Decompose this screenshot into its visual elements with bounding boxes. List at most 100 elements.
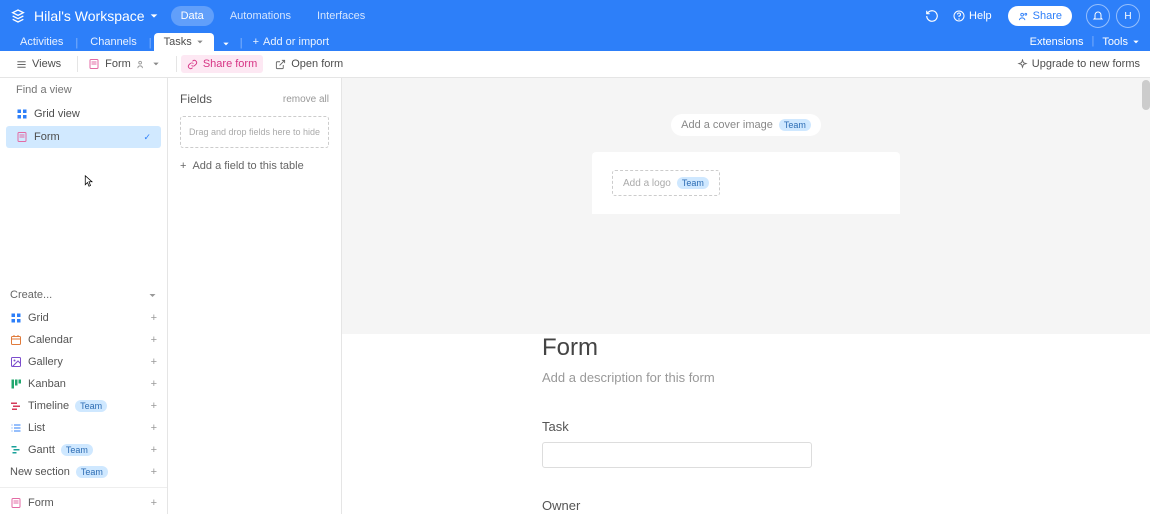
create-gantt[interactable]: Gantt Team + bbox=[0, 439, 167, 461]
app-logo-icon bbox=[10, 8, 26, 24]
bell-icon bbox=[1092, 10, 1104, 22]
timeline-icon bbox=[10, 400, 22, 412]
chevron-down-icon bbox=[152, 60, 160, 68]
current-view[interactable]: Form bbox=[82, 55, 166, 73]
create-gallery[interactable]: Gallery + bbox=[0, 351, 167, 373]
new-section-button[interactable]: New section Team + bbox=[0, 461, 167, 483]
plus-icon: + bbox=[151, 312, 157, 324]
form-field-task: Task bbox=[542, 419, 950, 468]
create-label: Timeline bbox=[28, 400, 69, 412]
chevron-down-icon bbox=[148, 291, 157, 300]
hide-fields-dropzone[interactable]: Drag and drop fields here to hide bbox=[180, 116, 329, 148]
grid-icon bbox=[16, 108, 28, 120]
view-label: Form bbox=[34, 131, 60, 143]
form-icon bbox=[88, 58, 100, 70]
field-label: Task bbox=[542, 419, 950, 434]
share-button[interactable]: Share bbox=[1008, 6, 1072, 26]
users-icon bbox=[136, 59, 147, 70]
remove-all-button[interactable]: remove all bbox=[283, 94, 329, 105]
add-table-button[interactable]: + Add or import bbox=[245, 33, 337, 51]
notifications-button[interactable] bbox=[1086, 4, 1110, 28]
plus-icon: + bbox=[151, 497, 157, 509]
create-list[interactable]: List + bbox=[0, 417, 167, 439]
create-label: Kanban bbox=[28, 378, 66, 390]
plus-icon: + bbox=[180, 160, 186, 172]
field-label: Owner bbox=[542, 498, 950, 513]
tab-channels[interactable]: Channels bbox=[80, 33, 146, 51]
check-icon: ✓ bbox=[143, 132, 151, 143]
view-search-input[interactable] bbox=[16, 84, 158, 96]
gantt-icon bbox=[10, 444, 22, 456]
tab-activities[interactable]: Activities bbox=[10, 33, 73, 51]
create-form-button[interactable]: Form + bbox=[0, 492, 167, 514]
form-canvas: Add a cover image Team Add a logo Team F… bbox=[342, 78, 1150, 514]
tools-button[interactable]: Tools bbox=[1102, 36, 1140, 48]
team-badge: Team bbox=[61, 444, 93, 456]
external-link-icon bbox=[275, 59, 286, 70]
chevron-down-icon bbox=[1132, 38, 1140, 46]
views-button[interactable]: Views bbox=[10, 55, 67, 73]
help-button[interactable]: Help bbox=[953, 10, 992, 22]
table-tabs: Activities | Channels | Tasks | + Add or… bbox=[0, 32, 1150, 51]
task-input[interactable] bbox=[542, 442, 812, 468]
create-section-header[interactable]: Create... bbox=[0, 283, 167, 307]
extensions-button[interactable]: Extensions bbox=[1030, 36, 1084, 48]
view-search[interactable] bbox=[0, 78, 167, 102]
plus-icon: + bbox=[151, 378, 157, 390]
tab-dropdown[interactable] bbox=[214, 37, 238, 51]
app-header: Hilal's Workspace Data Automations Inter… bbox=[0, 0, 1150, 32]
gallery-icon bbox=[10, 356, 22, 368]
view-toolbar: Views Form Share form Open form Upgrade … bbox=[0, 51, 1150, 78]
view-grid[interactable]: Grid view bbox=[6, 103, 161, 125]
chevron-down-icon bbox=[222, 40, 230, 48]
plus-icon: + bbox=[253, 36, 259, 48]
menu-icon bbox=[16, 59, 27, 70]
add-logo-button[interactable]: Add a logo Team bbox=[612, 170, 720, 196]
create-grid[interactable]: Grid + bbox=[0, 307, 167, 329]
team-badge: Team bbox=[677, 177, 709, 189]
form-icon bbox=[10, 497, 22, 509]
create-kanban[interactable]: Kanban + bbox=[0, 373, 167, 395]
views-sidebar: Grid viewForm✓ Create... Grid+Calendar+G… bbox=[0, 78, 168, 514]
chevron-down-icon[interactable] bbox=[149, 11, 159, 21]
chevron-down-icon bbox=[196, 38, 204, 46]
history-icon[interactable] bbox=[925, 9, 939, 23]
create-label: List bbox=[28, 422, 45, 434]
fields-panel: Fields remove all Drag and drop fields h… bbox=[168, 78, 342, 514]
form-icon bbox=[16, 131, 28, 143]
create-calendar[interactable]: Calendar+ bbox=[0, 329, 167, 351]
link-icon bbox=[187, 59, 198, 70]
share-form-button[interactable]: Share form bbox=[181, 55, 263, 73]
plus-icon: + bbox=[151, 422, 157, 434]
create-timeline[interactable]: TimelineTeam+ bbox=[0, 395, 167, 417]
team-badge: Team bbox=[76, 466, 108, 478]
nav-interfaces[interactable]: Interfaces bbox=[307, 6, 375, 26]
tab-tasks[interactable]: Tasks bbox=[154, 33, 214, 51]
calendar-icon bbox=[10, 334, 22, 346]
users-icon bbox=[1018, 11, 1029, 22]
view-label: Grid view bbox=[34, 108, 80, 120]
plus-icon: + bbox=[151, 400, 157, 412]
plus-icon: + bbox=[151, 356, 157, 368]
nav-automations[interactable]: Automations bbox=[220, 6, 301, 26]
create-label: Gallery bbox=[28, 356, 63, 368]
list-icon bbox=[10, 422, 22, 434]
workspace-name[interactable]: Hilal's Workspace bbox=[34, 8, 145, 24]
view-form[interactable]: Form ✓ bbox=[6, 126, 161, 148]
kanban-icon bbox=[10, 378, 22, 390]
create-label: Gantt bbox=[28, 444, 55, 456]
add-field-button[interactable]: + Add a field to this table bbox=[180, 160, 329, 172]
add-cover-button[interactable]: Add a cover image Team bbox=[671, 114, 821, 136]
sparkle-icon bbox=[1017, 59, 1028, 70]
avatar[interactable]: H bbox=[1116, 4, 1140, 28]
mouse-cursor-icon bbox=[84, 175, 94, 187]
nav-data[interactable]: Data bbox=[171, 6, 214, 26]
plus-icon: + bbox=[151, 444, 157, 456]
upgrade-forms-button[interactable]: Upgrade to new forms bbox=[1017, 58, 1140, 70]
open-form-button[interactable]: Open form bbox=[269, 55, 349, 73]
create-label: Grid bbox=[28, 312, 49, 324]
main-area: Grid viewForm✓ Create... Grid+Calendar+G… bbox=[0, 78, 1150, 514]
form-title[interactable]: Form bbox=[542, 334, 950, 362]
form-description[interactable]: Add a description for this form bbox=[542, 370, 950, 385]
grid-icon bbox=[10, 312, 22, 324]
